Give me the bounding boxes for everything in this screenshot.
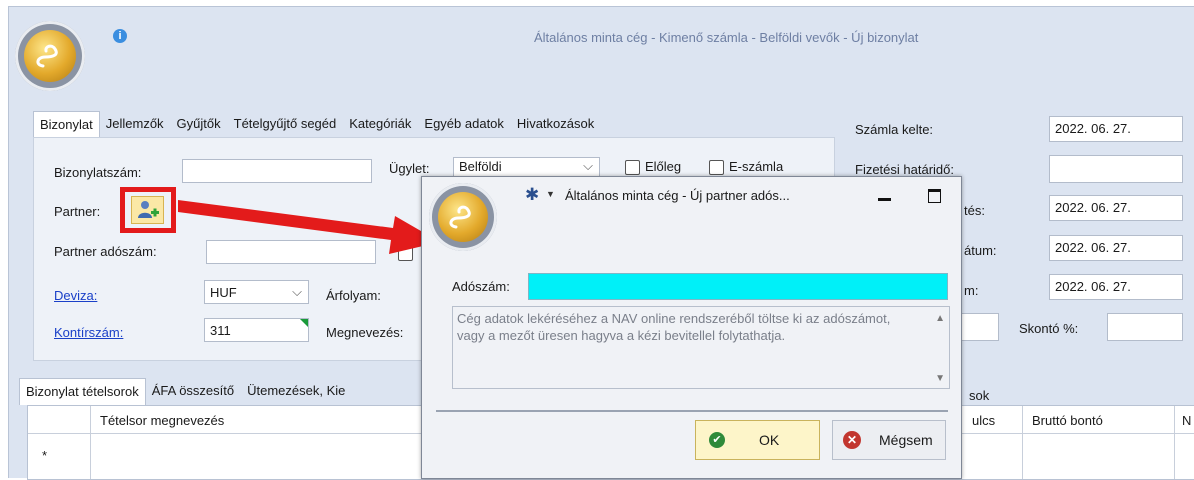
- datum-input[interactable]: 2022. 06. 27.: [1049, 235, 1183, 261]
- caret-down-icon[interactable]: ▼: [546, 189, 555, 199]
- col-ulcs[interactable]: ulcs: [972, 413, 995, 428]
- cobra-icon: [449, 205, 471, 229]
- top-tab-bar: Bizonylat Jellemzők Gyűjtők Tételgyűjtő …: [33, 111, 601, 138]
- gear-icon[interactable]: ✱: [525, 185, 539, 205]
- teljesites-input[interactable]: 2022. 06. 27.: [1049, 195, 1183, 221]
- close-icon: ✕: [843, 431, 861, 449]
- eszamla-checkbox[interactable]: [709, 160, 724, 175]
- eloleg-checkbox[interactable]: [625, 160, 640, 175]
- skonto-label: Skontó %:: [1019, 321, 1079, 336]
- col-n[interactable]: N: [1182, 413, 1191, 428]
- check-icon: ✔: [709, 432, 725, 448]
- eloleg-label: Előleg: [645, 159, 682, 174]
- kontirszam-input[interactable]: 311: [204, 318, 309, 342]
- app-logo[interactable]: [15, 21, 85, 91]
- tab-bizonylat-tetelsorok[interactable]: Bizonylat tételsorok: [19, 378, 146, 405]
- col-brutto-bonto[interactable]: Bruttó bontó: [1032, 413, 1103, 428]
- tab-tetelgyujto-seged[interactable]: Tételgyűjtő segéd: [228, 111, 344, 137]
- maximize-icon[interactable]: [928, 189, 941, 203]
- kontirszam-link[interactable]: Kontírszám:: [54, 325, 123, 340]
- row5-label: m:: [964, 283, 979, 298]
- chevron-down-icon: ⌵: [583, 158, 593, 173]
- skonto-input[interactable]: [1107, 313, 1183, 341]
- info-icon[interactable]: i: [113, 29, 127, 43]
- tab-egyeb-adatok[interactable]: Egyéb adatok: [418, 111, 511, 137]
- tab-hivatkozasok[interactable]: Hivatkozások: [511, 111, 601, 137]
- row5-input[interactable]: 2022. 06. 27.: [1049, 274, 1183, 300]
- kontirszam-value: 311: [210, 323, 231, 338]
- corner-marker-icon: [300, 319, 308, 327]
- ok-button[interactable]: ✔ OK: [695, 420, 820, 460]
- partner-label: Partner:: [54, 204, 101, 219]
- new-partner-dialog: ✱ ▼ Általános minta cég - Új partner adó…: [421, 176, 962, 479]
- tab-bizonylat[interactable]: Bizonylat: [33, 111, 100, 138]
- szamla-kelte-label: Számla kelte:: [855, 122, 934, 137]
- megnevezes-label: Megnevezés:: [326, 325, 404, 340]
- datum-label: átum:: [964, 243, 997, 258]
- cancel-label: Mégsem: [879, 432, 933, 448]
- hint-text: Cég adatok lekéréséhez a NAV online rend…: [457, 311, 891, 343]
- szamla-kelte-input[interactable]: 2022. 06. 27.: [1049, 116, 1183, 142]
- partner-adoszam-label: Partner adószám:: [54, 244, 157, 259]
- bottom-tab-bar: Bizonylat tételsorok ÁFA összesítő Üteme…: [19, 378, 352, 405]
- col-tetelsor-megnevezes[interactable]: Tételsor megnevezés: [100, 413, 224, 428]
- bizonylatszam-input[interactable]: [182, 159, 372, 183]
- minimize-icon[interactable]: [878, 198, 891, 201]
- bizonylatszam-label: Bizonylatszám:: [54, 165, 142, 180]
- fizetesi-hatarido-input[interactable]: [1049, 155, 1183, 183]
- adoszam-label: Adószám:: [452, 279, 510, 294]
- adoszam-input[interactable]: [528, 273, 948, 300]
- cancel-button[interactable]: ✕ Mégsem: [832, 420, 946, 460]
- hint-box: Cég adatok lekéréséhez a NAV online rend…: [452, 306, 950, 389]
- new-row-marker: *: [42, 448, 48, 463]
- add-partner-button[interactable]: [131, 196, 164, 224]
- ugylet-select[interactable]: Belföldi ⌵: [453, 157, 600, 177]
- deviza-select[interactable]: HUF ⌵: [204, 280, 309, 304]
- tab-kategoriak[interactable]: Kategóriák: [343, 111, 418, 137]
- tab-gyujtok[interactable]: Gyűjtők: [171, 111, 228, 137]
- deviza-link[interactable]: Deviza:: [54, 288, 97, 303]
- ugylet-label: Ügylet:: [389, 161, 430, 176]
- dialog-title: Általános minta cég - Új partner adós...: [565, 188, 790, 203]
- tab-afa-osszesito[interactable]: ÁFA összesítő: [146, 378, 241, 404]
- eszamla-label: E-számla: [729, 159, 784, 174]
- ok-label: OK: [759, 432, 780, 448]
- dialog-logo: [429, 183, 497, 251]
- dialog-separator: [436, 410, 948, 412]
- deviza-value: HUF: [210, 285, 237, 300]
- cobra-icon: [36, 44, 58, 68]
- add-user-icon: [138, 201, 159, 218]
- tab-jellemzok[interactable]: Jellemzők: [100, 111, 171, 137]
- tab-partial-right[interactable]: sok: [969, 388, 989, 403]
- teljesites-label: tés:: [964, 203, 985, 218]
- scroll-up-icon[interactable]: ▲: [935, 313, 945, 324]
- window-title: Általános minta cég - Kimenő számla - Be…: [534, 30, 919, 45]
- arfolyam-label: Árfolyam:: [326, 288, 381, 303]
- scroll-down-icon[interactable]: ▼: [935, 373, 945, 384]
- fizetesi-hatarido-label: Fizetési határidő:: [855, 162, 954, 177]
- row6-input[interactable]: [961, 313, 999, 341]
- ugylet-value: Belföldi: [459, 159, 502, 174]
- chevron-down-icon: ⌵: [292, 284, 302, 299]
- tab-utemezesek[interactable]: Ütemezések, Kie: [241, 378, 352, 404]
